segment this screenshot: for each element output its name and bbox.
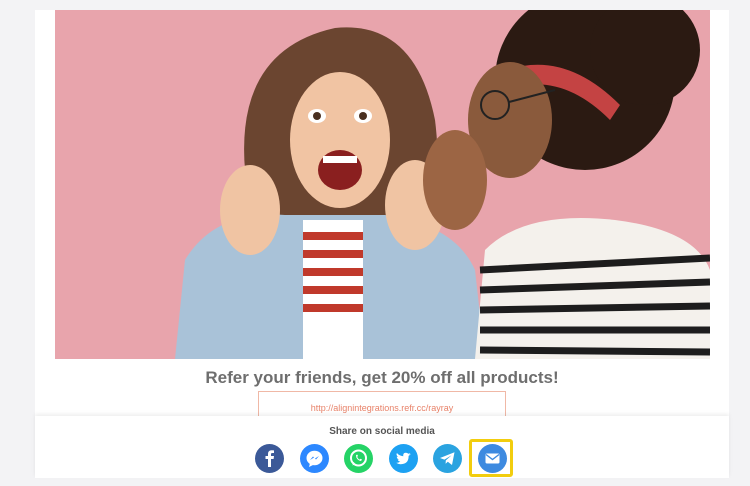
email-icon xyxy=(485,453,500,464)
referral-link[interactable]: http://alignintegrations.refr.cc/rayray xyxy=(258,391,506,419)
facebook-share-button[interactable] xyxy=(255,444,284,473)
facebook-icon xyxy=(265,450,274,467)
social-share-icons xyxy=(255,444,515,474)
referral-card: Refer your friends, get 20% off all prod… xyxy=(35,10,729,478)
share-panel: Share on social media xyxy=(35,416,729,478)
email-share-button[interactable] xyxy=(478,444,507,473)
hero-image xyxy=(55,10,710,359)
telegram-icon xyxy=(440,452,455,465)
telegram-share-button[interactable] xyxy=(433,444,462,473)
twitter-share-button[interactable] xyxy=(389,444,418,473)
share-label: Share on social media xyxy=(329,426,435,437)
referral-headline: Refer your friends, get 20% off all prod… xyxy=(205,368,559,387)
whatsapp-share-button[interactable] xyxy=(344,444,373,473)
messenger-icon xyxy=(306,450,323,467)
messenger-share-button[interactable] xyxy=(300,444,329,473)
whatsapp-icon xyxy=(350,449,367,467)
twitter-icon xyxy=(396,452,411,465)
